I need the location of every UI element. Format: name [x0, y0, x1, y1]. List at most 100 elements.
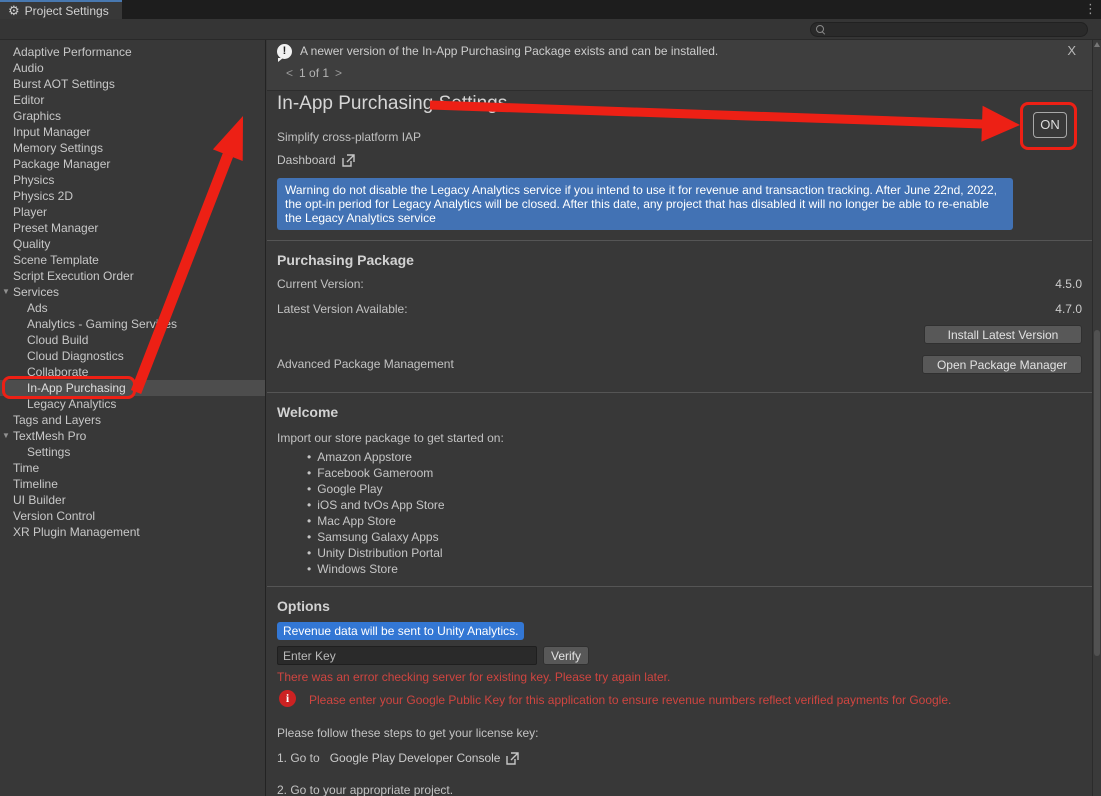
store-list-item: iOS and tvOs App Store	[307, 497, 445, 513]
google-play-console-link[interactable]: Google Play Developer Console	[330, 751, 501, 765]
open-package-manager-button[interactable]: Open Package Manager	[922, 355, 1082, 374]
sidebar-item-label: Timeline	[13, 476, 58, 492]
sidebar-item[interactable]: ▼ Editor	[0, 92, 265, 108]
license-step-2: 2. Go to your appropriate project.	[277, 783, 453, 796]
sidebar-item[interactable]: ▼ Memory Settings	[0, 140, 265, 156]
sidebar-item-label: Ads	[27, 300, 48, 316]
sidebar-item[interactable]: ▼ Tags and Layers	[0, 412, 265, 428]
sidebar-item[interactable]: ▼ Legacy Analytics	[0, 396, 265, 412]
sidebar-item[interactable]: ▼ Physics 2D	[0, 188, 265, 204]
sidebar-item[interactable]: ▼ Package Manager	[0, 156, 265, 172]
sidebar-item[interactable]: ▼ Input Manager	[0, 124, 265, 140]
sidebar-item-label: Settings	[27, 444, 70, 460]
sidebar-item-label: Version Control	[13, 508, 95, 524]
sidebar-item-label: Adaptive Performance	[13, 44, 132, 60]
service-toggle-on[interactable]: ON	[1033, 112, 1067, 138]
error-info-icon: i	[279, 690, 296, 707]
sidebar-item-label: TextMesh Pro	[13, 428, 86, 444]
sidebar-item-label: Legacy Analytics	[27, 396, 116, 412]
sidebar-item[interactable]: ▼ Adaptive Performance	[0, 44, 265, 60]
sidebar-item[interactable]: ▼ Player	[0, 204, 265, 220]
license-step-1: 1. Go to Google Play Developer Console	[277, 751, 519, 765]
sidebar-item-label: Editor	[13, 92, 44, 108]
scrollbar-thumb[interactable]	[1094, 330, 1100, 656]
legacy-analytics-warning-box: Warning do not disable the Legacy Analyt…	[277, 178, 1013, 230]
section-divider	[267, 392, 1092, 393]
sidebar-item[interactable]: ▼ Burst AOT Settings	[0, 76, 265, 92]
options-heading: Options	[277, 598, 330, 614]
window-title: Project Settings	[25, 4, 109, 18]
verify-button[interactable]: Verify	[543, 646, 589, 665]
google-key-input[interactable]	[277, 646, 537, 665]
foldout-arrow-icon[interactable]: ▼	[2, 428, 10, 444]
sidebar-item-label: Preset Manager	[13, 220, 98, 236]
tab-project-settings[interactable]: ⚙ Project Settings	[0, 0, 122, 19]
step1-prefix: 1. Go to	[277, 751, 320, 765]
sidebar-item[interactable]: ▼ TextMesh Pro	[0, 428, 265, 444]
sidebar-item[interactable]: ▼ Preset Manager	[0, 220, 265, 236]
version-value: 4.7.0	[1055, 302, 1082, 316]
search-box[interactable]	[810, 22, 1088, 37]
sidebar-item[interactable]: ▼ Graphics	[0, 108, 265, 124]
dashboard-link[interactable]: Dashboard	[277, 153, 355, 167]
sidebar-item[interactable]: ▼ Script Execution Order	[0, 268, 265, 284]
sidebar-item[interactable]: ▼ Collaborate	[0, 364, 265, 380]
sidebar-item[interactable]: ▼ Time	[0, 460, 265, 476]
sidebar-item-label: Graphics	[13, 108, 61, 124]
store-list-item: Mac App Store	[307, 513, 445, 529]
sidebar-item-label: Package Manager	[13, 156, 110, 172]
scrollbar-up-arrow-icon[interactable]	[1094, 42, 1100, 47]
sidebar-item[interactable]: ▼ Settings	[0, 444, 265, 460]
settings-category-list: ▼ Adaptive Performance ▼ Audio ▼ Burst A…	[0, 40, 266, 796]
sidebar-item[interactable]: ▼ Cloud Diagnostics	[0, 348, 265, 364]
page-title: In-App Purchasing Settings	[277, 93, 507, 115]
sidebar-item[interactable]: ▼ XR Plugin Management	[0, 524, 265, 540]
version-row: Current Version: 4.5.0	[277, 277, 1082, 302]
sidebar-item[interactable]: ▼ Services	[0, 284, 265, 300]
version-label: Current Version:	[277, 277, 364, 291]
store-list-item: Facebook Gameroom	[307, 465, 445, 481]
notification-bar: ! A newer version of the In-App Purchasi…	[267, 40, 1092, 91]
version-value: 4.5.0	[1055, 277, 1082, 291]
sidebar-item[interactable]: ▼ Cloud Build	[0, 332, 265, 348]
sidebar-item[interactable]: ▼ Physics	[0, 172, 265, 188]
server-error-text: There was an error checking server for e…	[277, 670, 670, 684]
sidebar-item[interactable]: ▼ Analytics - Gaming Services	[0, 316, 265, 332]
sidebar-item-label: Cloud Diagnostics	[27, 348, 124, 364]
sidebar-item[interactable]: ▼ Ads	[0, 300, 265, 316]
sidebar-item[interactable]: ▼ Timeline	[0, 476, 265, 492]
purchasing-package-heading: Purchasing Package	[277, 252, 414, 268]
sidebar-item[interactable]: ▼ In-App Purchasing	[0, 380, 265, 396]
pager-prev-button[interactable]: <	[286, 66, 293, 80]
sidebar-item-label: In-App Purchasing	[27, 380, 126, 396]
console-message-icon: !	[277, 44, 292, 59]
store-list-item: Samsung Galaxy Apps	[307, 529, 445, 545]
pager-next-button[interactable]: >	[335, 66, 342, 80]
sidebar-item[interactable]: ▼ Quality	[0, 236, 265, 252]
notification-message: A newer version of the In-App Purchasing…	[300, 44, 718, 58]
store-list-item: Amazon Appstore	[307, 449, 445, 465]
vertical-scrollbar[interactable]	[1092, 40, 1101, 796]
sidebar-item-label: Physics	[13, 172, 54, 188]
store-list-item: Unity Distribution Portal	[307, 545, 445, 561]
welcome-intro: Import our store package to get started …	[277, 431, 504, 445]
notification-close-button[interactable]: X	[1067, 43, 1076, 58]
store-list: Amazon AppstoreFacebook GameroomGoogle P…	[307, 449, 445, 577]
sidebar-item-label: Memory Settings	[13, 140, 103, 156]
sidebar-item[interactable]: ▼ Version Control	[0, 508, 265, 524]
toolbar	[0, 19, 1101, 40]
sidebar-item-label: Tags and Layers	[13, 412, 101, 428]
sidebar-item-label: Time	[13, 460, 39, 476]
sidebar-item-label: XR Plugin Management	[13, 524, 140, 540]
sidebar-item[interactable]: ▼ Scene Template	[0, 252, 265, 268]
sidebar-item[interactable]: ▼ Audio	[0, 60, 265, 76]
install-latest-version-button[interactable]: Install Latest Version	[924, 325, 1082, 344]
foldout-arrow-icon[interactable]: ▼	[2, 284, 10, 300]
sidebar-item[interactable]: ▼ UI Builder	[0, 492, 265, 508]
kebab-menu-icon[interactable]: ⋮	[1084, 1, 1097, 17]
settings-main-panel: ! A newer version of the In-App Purchasi…	[267, 40, 1092, 796]
dashboard-label: Dashboard	[277, 153, 336, 167]
search-input[interactable]	[825, 24, 1082, 36]
advanced-package-management-label: Advanced Package Management	[277, 357, 454, 371]
sidebar-item-label: Scene Template	[13, 252, 99, 268]
